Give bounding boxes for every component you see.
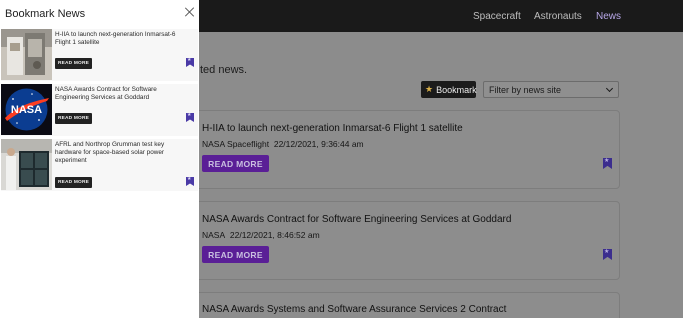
nav-astronauts[interactable]: Astronauts — [534, 11, 582, 22]
bookmark-icon[interactable] — [603, 249, 612, 260]
chevron-down-icon — [605, 84, 614, 93]
nav-spacecraft[interactable]: Spacecraft — [473, 11, 521, 22]
read-more-button[interactable]: READ MORE — [55, 177, 92, 188]
news-card-title: NASA Awards Systems and Software Assuran… — [202, 304, 507, 315]
news-card: NASA Awards Contract for Software Engine… — [194, 201, 620, 280]
bookmark-item-title: NASA Awards Contract for Software Engine… — [55, 86, 157, 101]
bookmark-list-item: H-IIA to launch next-generation Inmarsat… — [1, 29, 198, 81]
news-card-title: H-IIA to launch next-generation Inmarsat… — [202, 123, 463, 134]
close-icon[interactable] — [184, 6, 196, 18]
bookmark-item-title: AFRL and Northrop Grumman test key hardw… — [55, 141, 165, 164]
bookmark-drawer: Bookmark News H-IIA to launch next-gener… — [0, 0, 199, 318]
filter-select-placeholder: Filter by news site — [489, 84, 562, 95]
bookmark-item-title: H-IIA to launch next-generation Inmarsat… — [55, 31, 176, 46]
bookmark-list-item: NASA NASA Awards Contract for Software E… — [1, 84, 198, 136]
news-source: NASA Spaceflight — [202, 139, 270, 149]
news-thumbnail-image — [1, 139, 52, 190]
news-card-meta: NASA 22/12/2021, 8:46:52 am — [202, 230, 320, 240]
bookmark-icon[interactable] — [186, 177, 194, 186]
news-site-filter-select[interactable]: Filter by news site — [483, 81, 619, 98]
news-card: H-IIA to launch next-generation Inmarsat… — [194, 110, 620, 189]
news-card-title: NASA Awards Contract for Software Engine… — [202, 214, 512, 225]
drawer-title: Bookmark News — [5, 8, 86, 20]
read-more-button[interactable]: READ MORE — [202, 155, 269, 172]
news-card-meta: NASA Spaceflight 22/12/2021, 9:36:44 am — [202, 139, 364, 149]
nav-news[interactable]: News — [596, 11, 621, 22]
read-more-button[interactable]: READ MORE — [55, 58, 92, 69]
page-subtitle: ted news. — [200, 64, 248, 76]
news-thumbnail-image — [1, 29, 52, 80]
news-date: 22/12/2021, 8:46:52 am — [229, 230, 320, 240]
nasa-logo-image: NASA — [1, 84, 52, 135]
news-source: NASA — [202, 230, 226, 240]
star-icon: ★ — [425, 84, 434, 94]
bookmark-list-item: AFRL and Northrop Grumman test key hardw… — [1, 139, 198, 191]
news-card: NASA Awards Systems and Software Assuran… — [194, 292, 620, 318]
bookmark-icon[interactable] — [186, 113, 194, 122]
bookmark-toggle-button[interactable]: ★ Bookmark — [421, 81, 477, 98]
news-date: 22/12/2021, 9:36:44 am — [273, 139, 364, 149]
bookmark-icon[interactable] — [186, 58, 194, 67]
bookmark-toggle-label: Bookmark — [436, 84, 477, 95]
read-more-button[interactable]: READ MORE — [202, 246, 269, 263]
bookmark-icon[interactable] — [603, 158, 612, 169]
svg-text:NASA: NASA — [11, 104, 42, 116]
read-more-button[interactable]: READ MORE — [55, 113, 92, 124]
